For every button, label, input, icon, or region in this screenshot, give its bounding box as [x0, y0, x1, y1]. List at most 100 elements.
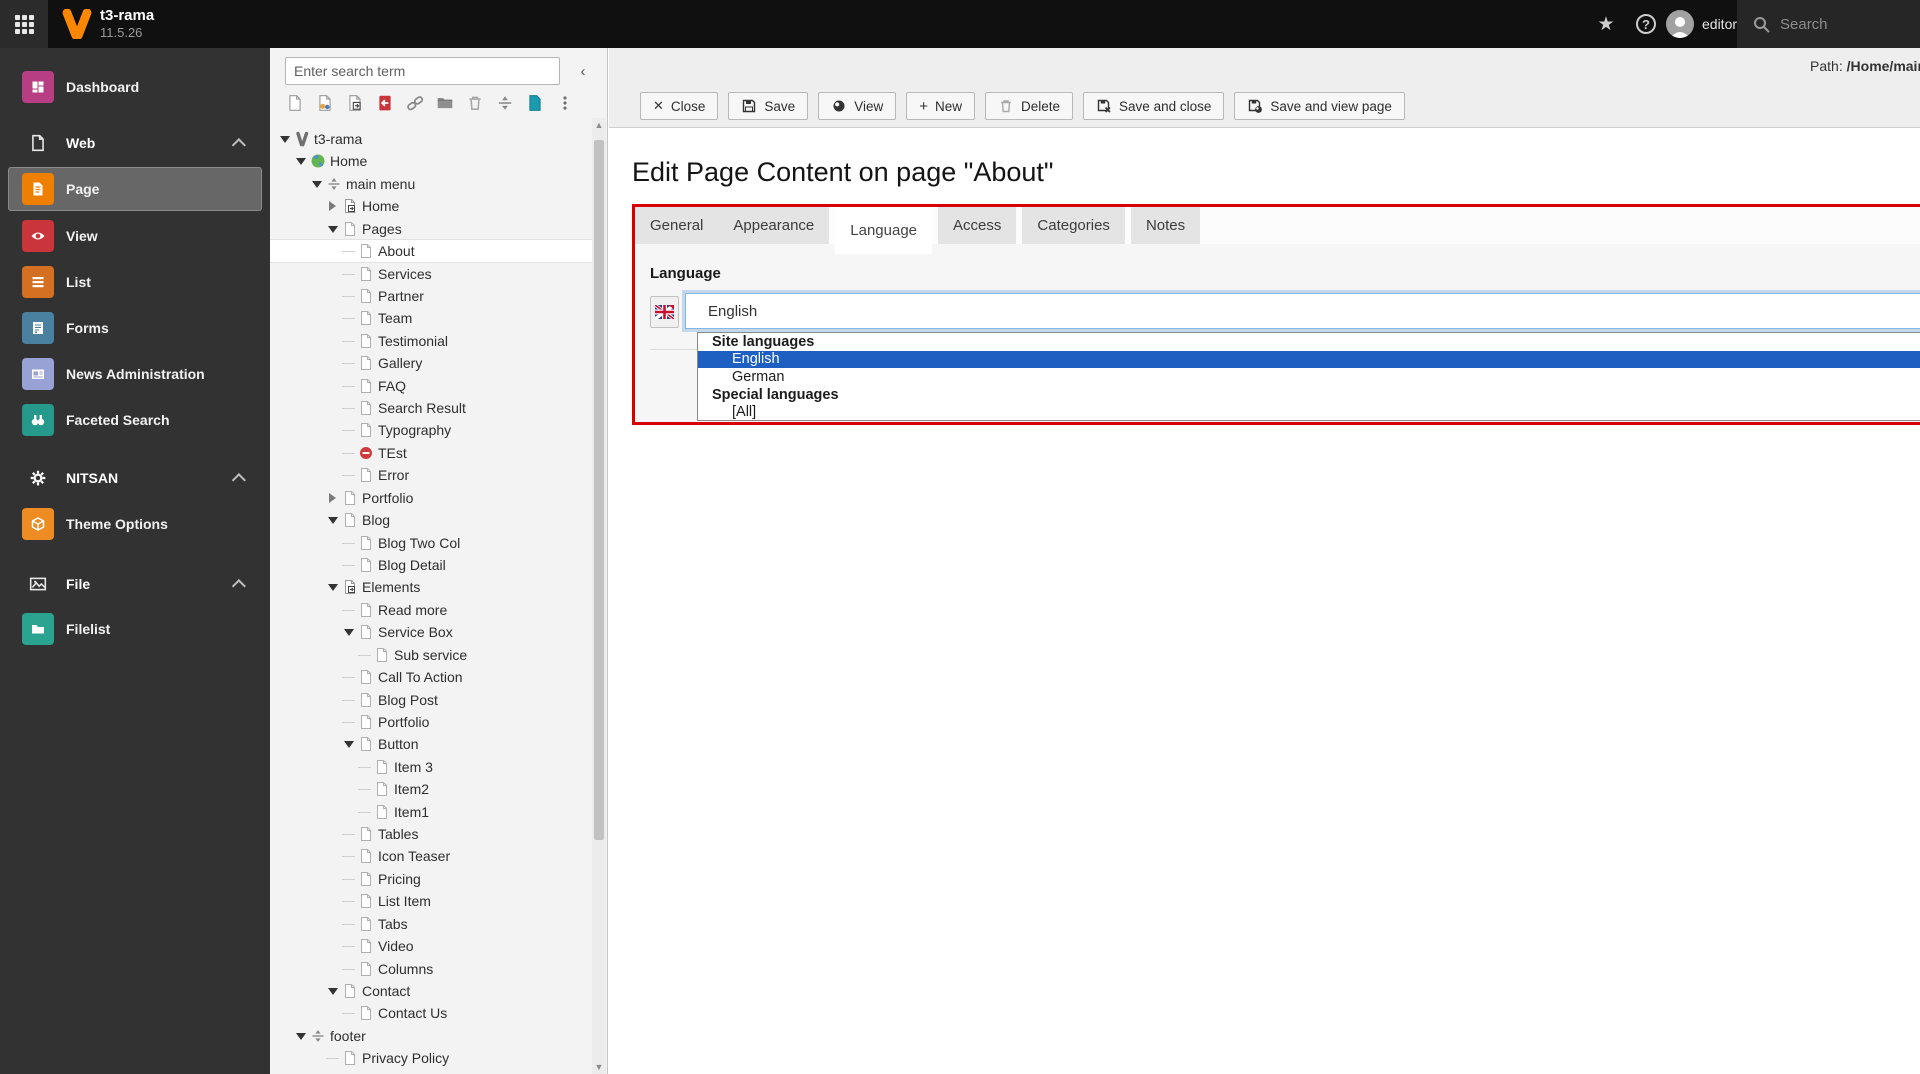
tree-node-service-box[interactable]: Service Box: [270, 621, 593, 643]
scroll-down-icon[interactable]: ▼: [592, 1060, 606, 1074]
new-page-icon[interactable]: [285, 93, 305, 113]
tree-node-about[interactable]: About: [270, 240, 593, 263]
dropdown-option-all[interactable]: [All]: [698, 403, 1920, 421]
caret-down-icon[interactable]: [328, 517, 338, 525]
sidebar-item-filelist[interactable]: Filelist: [0, 606, 270, 652]
tab-access[interactable]: Access: [938, 207, 1017, 244]
tree-node-typography[interactable]: Typography: [270, 419, 593, 441]
tree-node-services[interactable]: Services: [270, 263, 593, 285]
tree-node-home[interactable]: Home: [270, 195, 593, 217]
tree-node-item1[interactable]: Item1: [270, 801, 593, 823]
tree-node-team[interactable]: Team: [270, 307, 593, 329]
tree-node-columns[interactable]: Columns: [270, 958, 593, 980]
tree-node-blog[interactable]: Blog: [270, 509, 593, 531]
tree-node-portfolio[interactable]: Portfolio: [270, 711, 593, 733]
caret-down-icon[interactable]: [328, 225, 338, 233]
save-button[interactable]: Save: [728, 92, 809, 120]
scroll-up-icon[interactable]: ▲: [592, 118, 606, 132]
tree-node-elements[interactable]: Elements: [270, 576, 593, 598]
tree-node-contact[interactable]: Contact: [270, 980, 593, 1002]
tree-node-portfolio[interactable]: Portfolio: [270, 487, 593, 509]
tree-node-error[interactable]: Error: [270, 464, 593, 486]
caret-right-icon[interactable]: [329, 492, 336, 503]
mountpoint-page-icon[interactable]: [375, 93, 395, 113]
save-view-button[interactable]: Save and view page: [1234, 92, 1405, 120]
tree-node-gallery[interactable]: Gallery: [270, 352, 593, 374]
caret-down-icon[interactable]: [328, 584, 338, 592]
caret-down-icon[interactable]: [312, 180, 322, 188]
new-button[interactable]: + New: [906, 92, 976, 120]
save-close-button[interactable]: Save and close: [1083, 92, 1225, 120]
tree-node-partner[interactable]: Partner: [270, 285, 593, 307]
tree-node-icon-teaser[interactable]: Icon Teaser: [270, 845, 593, 867]
modules-grid-button[interactable]: [0, 0, 48, 48]
sidebar-item-forms[interactable]: Forms: [0, 305, 270, 351]
tree-node-blog-two-col[interactable]: Blog Two Col: [270, 532, 593, 554]
tab-categories[interactable]: Categories: [1022, 207, 1125, 244]
sidebar-section-nitsan[interactable]: NITSAN: [0, 458, 270, 498]
tree-node-tables[interactable]: Tables: [270, 823, 593, 845]
tree-node-main-menu[interactable]: main menu: [270, 173, 593, 195]
sidebar-section-file[interactable]: File: [0, 564, 270, 604]
tab-notes[interactable]: Notes: [1130, 207, 1201, 244]
sidebar-item-dashboard[interactable]: Dashboard: [0, 64, 270, 110]
tree-node-item-3[interactable]: Item 3: [270, 756, 593, 778]
tree-node-list-item[interactable]: List Item: [270, 890, 593, 912]
caret-down-icon[interactable]: [296, 1032, 306, 1040]
tree-node-pages[interactable]: Pages: [270, 218, 593, 240]
shortcut-page-icon[interactable]: [345, 93, 365, 113]
topbar-search[interactable]: Search: [1737, 0, 1920, 48]
new-page-users-icon[interactable]: [315, 93, 335, 113]
bookmark-star-icon[interactable]: ★: [1586, 0, 1626, 48]
caret-down-icon[interactable]: [280, 136, 290, 143]
filter-doc-icon[interactable]: [525, 93, 545, 113]
scrollbar-thumb[interactable]: [594, 140, 604, 840]
tab-language[interactable]: Language: [835, 207, 933, 254]
tree-node-blog-post[interactable]: Blog Post: [270, 689, 593, 711]
tree-node-call-to-action[interactable]: Call To Action: [270, 666, 593, 688]
tree-node-t3-rama[interactable]: t3-rama: [270, 128, 593, 150]
caret-down-icon[interactable]: [344, 629, 354, 637]
tree-node-tabs[interactable]: Tabs: [270, 913, 593, 935]
tree-node-sub-service[interactable]: Sub service: [270, 644, 593, 666]
tree-node-item2[interactable]: Item2: [270, 778, 593, 800]
view-button[interactable]: View: [818, 92, 897, 120]
collapse-tree-icon[interactable]: ‹: [570, 57, 596, 85]
tree-node-home[interactable]: Home: [270, 150, 593, 172]
tree-node-video[interactable]: Video: [270, 935, 593, 957]
language-select[interactable]: English: [685, 293, 1920, 329]
help-button[interactable]: ?: [1626, 0, 1666, 48]
sidebar-item-page[interactable]: Page: [0, 166, 270, 212]
tree-scrollbar[interactable]: ▲ ▼: [592, 118, 606, 1074]
tree-node-search-result[interactable]: Search Result: [270, 397, 593, 419]
tree-node-footer[interactable]: footer: [270, 1025, 593, 1047]
tree-node-privacy-policy[interactable]: Privacy Policy: [270, 1047, 593, 1069]
dropdown-option-english[interactable]: English: [698, 350, 1920, 369]
sidebar-item-list[interactable]: List: [0, 259, 270, 305]
dropdown-option-german[interactable]: German: [698, 368, 1920, 386]
tree-node-contact-us[interactable]: Contact Us: [270, 1002, 593, 1024]
tree-node-read-more[interactable]: Read more: [270, 599, 593, 621]
tree-node-blog-detail[interactable]: Blog Detail: [270, 554, 593, 576]
sidebar-section-web[interactable]: Web: [0, 123, 270, 163]
tab-general[interactable]: General: [635, 207, 719, 244]
sidebar-item-faceted[interactable]: Faceted Search: [0, 397, 270, 443]
sidebar-item-view[interactable]: View: [0, 213, 270, 259]
tree-node-pricing[interactable]: Pricing: [270, 868, 593, 890]
kebab-menu-icon[interactable]: [555, 93, 575, 113]
tree-node-testimonial[interactable]: Testimonial: [270, 330, 593, 352]
sidebar-item-theme[interactable]: Theme Options: [0, 501, 270, 547]
tab-appearance[interactable]: Appearance: [718, 207, 830, 244]
trash-icon[interactable]: [465, 93, 485, 113]
language-flag-button[interactable]: [650, 296, 679, 328]
sidebar-item-news[interactable]: News Administration: [0, 351, 270, 397]
tree-search-input[interactable]: [285, 57, 560, 85]
spacer-icon[interactable]: [495, 93, 515, 113]
close-button[interactable]: ✕ Close: [640, 92, 719, 120]
tree-node-button[interactable]: Button: [270, 733, 593, 755]
user-menu[interactable]: editor: [1666, 0, 1737, 48]
folder-icon[interactable]: [435, 93, 455, 113]
caret-down-icon[interactable]: [296, 158, 306, 166]
tree-node-test[interactable]: TEst: [270, 442, 593, 464]
link-icon[interactable]: [405, 93, 425, 113]
